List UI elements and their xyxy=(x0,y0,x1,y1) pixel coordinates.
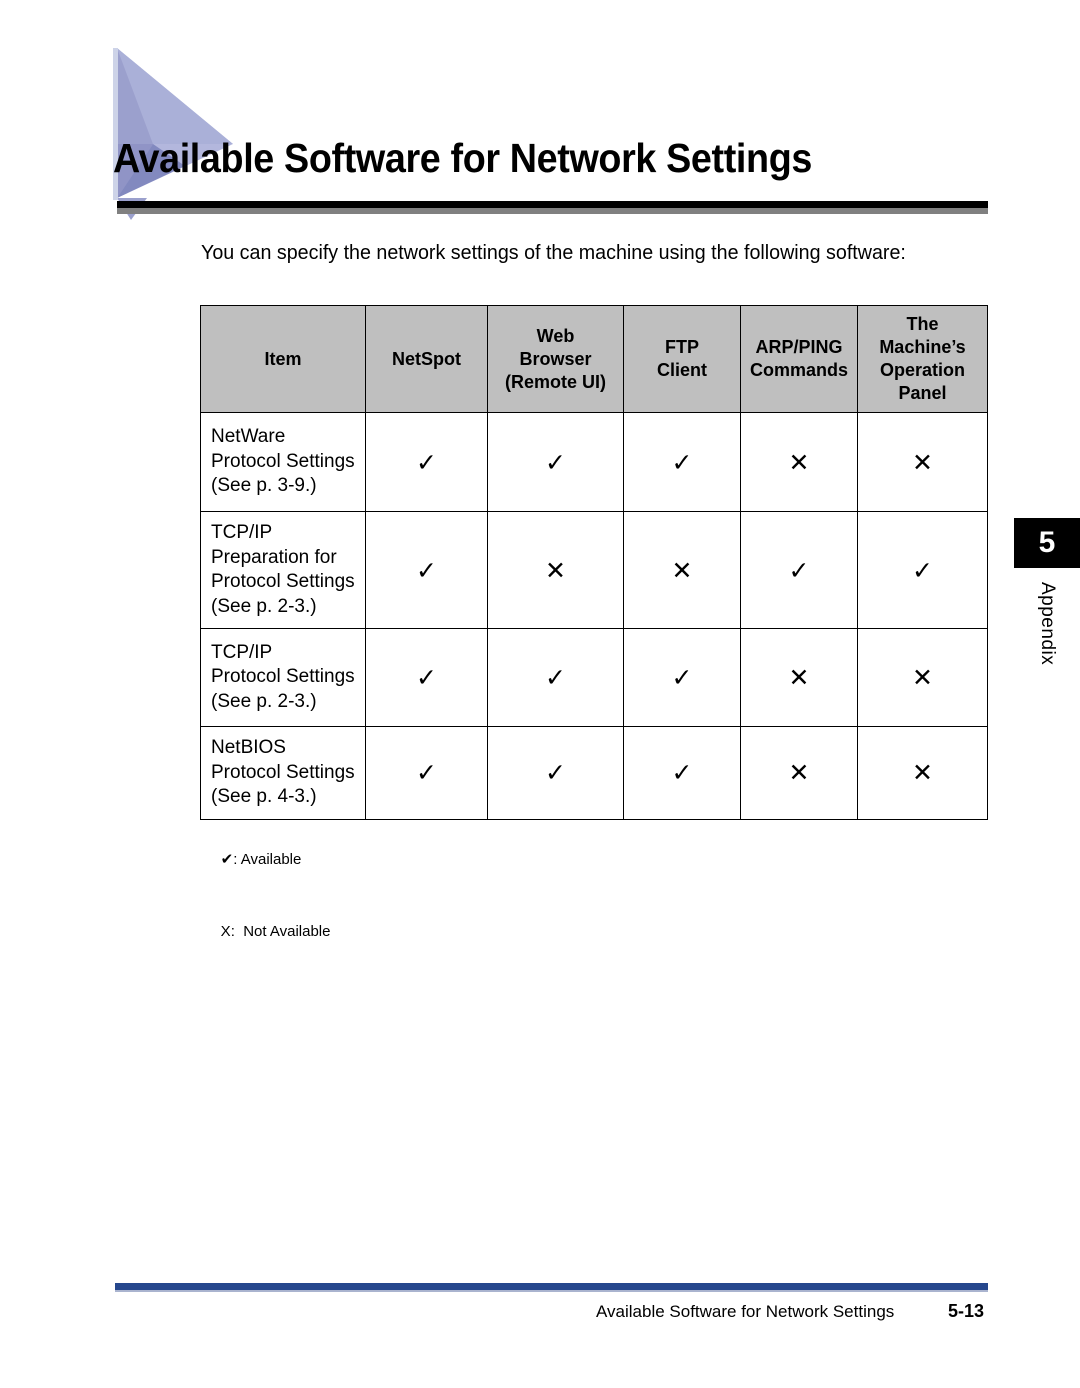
legend-available: ✔: Available xyxy=(204,823,330,896)
table-row: TCP/IP Protocol Settings (See p. 2-3.) ✓… xyxy=(200,628,988,727)
cell-tcpip-arp: ✕ xyxy=(740,628,858,727)
cell-tcpip-prep-netspot: ✓ xyxy=(365,511,488,629)
cell-tcpip-panel: ✕ xyxy=(857,628,988,727)
available-software-table: Item NetSpot Web Browser (Remote UI) FTP… xyxy=(200,305,988,820)
cell-netbios-web: ✓ xyxy=(487,726,624,820)
legend-available-text: : Available xyxy=(233,851,302,868)
column-header-ftp-line-2: Client xyxy=(656,360,707,380)
chapter-name-label: Appendix xyxy=(1037,582,1058,666)
cell-tcpip-prep-arp: ✓ xyxy=(740,511,858,629)
row-label-line-1: TCP/IP xyxy=(211,641,273,663)
row-label-netware: NetWare Protocol Settings (See p. 3-9.) xyxy=(200,412,366,512)
row-label-line-1: NetWare xyxy=(211,426,286,448)
cell-tcpip-web: ✓ xyxy=(487,628,624,727)
cell-netware-panel: ✕ xyxy=(857,412,988,512)
row-label-line-1: NetBIOS xyxy=(211,737,286,758)
row-label-line-3: (See p. 2-3.) xyxy=(211,690,317,712)
column-header-netspot: NetSpot xyxy=(365,305,488,413)
table-legend: ✔: Available X: Not Available xyxy=(204,823,331,968)
cell-netbios-ftp: ✓ xyxy=(623,726,741,820)
row-label-line-2: Protocol Settings xyxy=(211,450,355,472)
row-label-line-2: Preparation for xyxy=(211,546,337,568)
cell-tcpip-prep-panel: ✓ xyxy=(857,511,988,629)
column-header-arp-ping: ARP/PING Commands xyxy=(740,305,858,413)
column-header-ftp-line-1: FTP xyxy=(665,337,699,357)
table-header: Item NetSpot Web Browser (Remote UI) FTP… xyxy=(200,305,988,413)
column-header-panel-line-1: The xyxy=(906,314,939,334)
cross-icon: X xyxy=(220,923,231,940)
cell-tcpip-ftp: ✓ xyxy=(623,628,741,727)
column-header-panel-line-2: Machine’s xyxy=(879,337,966,357)
cell-tcpip-netspot: ✓ xyxy=(365,628,488,727)
row-label-line-4: (See p. 2-3.) xyxy=(211,595,317,617)
column-header-panel-line-3: Operation xyxy=(879,360,965,380)
column-header-web-line-3: (Remote UI) xyxy=(504,371,606,392)
row-label-tcpip-protocol: TCP/IP Protocol Settings (See p. 2-3.) xyxy=(200,628,366,727)
chapter-number-badge: 5 xyxy=(1014,518,1080,568)
cell-netbios-arp: ✕ xyxy=(740,726,858,820)
title-rule-black xyxy=(117,201,988,208)
column-header-item: Item xyxy=(200,305,366,413)
table-body: NetWare Protocol Settings (See p. 3-9.) … xyxy=(200,412,988,820)
check-icon: ✔ xyxy=(220,850,234,868)
page-header: Available Software for Network Settings xyxy=(0,0,1080,225)
table-row: TCP/IP Preparation for Protocol Settings… xyxy=(200,511,988,629)
row-label-netbios: NetBIOS Protocol Settings (See p. 4-3.) xyxy=(200,726,366,820)
table-row: NetWare Protocol Settings (See p. 3-9.) … xyxy=(200,412,988,512)
row-label-line-3: (See p. 3-9.) xyxy=(211,475,317,497)
column-header-web-line-1: Web xyxy=(536,325,575,346)
cell-netware-arp: ✕ xyxy=(740,412,858,512)
cell-netware-netspot: ✓ xyxy=(365,412,488,512)
column-header-panel-line-4: Panel xyxy=(898,383,947,403)
row-label-line-2: Protocol Settings xyxy=(211,666,355,688)
cell-netbios-netspot: ✓ xyxy=(365,726,488,820)
intro-paragraph: You can specify the network settings of … xyxy=(201,241,906,264)
title-rule-gray xyxy=(117,208,988,214)
chapter-side-tab: 5 Appendix xyxy=(1014,518,1080,670)
legend-not-available: X: Not Available xyxy=(204,896,331,968)
table-row: NetBIOS Protocol Settings (See p. 4-3.) … xyxy=(200,726,988,820)
cell-tcpip-prep-web: ✕ xyxy=(487,511,624,629)
cell-netware-ftp: ✓ xyxy=(623,412,741,512)
column-header-operation-panel: The Machine’s Operation Panel xyxy=(857,305,988,413)
cell-tcpip-prep-ftp: ✕ xyxy=(623,511,741,629)
column-header-netspot-line-1: NetSpot xyxy=(392,348,461,369)
table-header-row: Item NetSpot Web Browser (Remote UI) FTP… xyxy=(200,305,988,413)
column-header-ftp-client: FTP Client xyxy=(623,305,741,413)
column-header-arp-line-2: Commands xyxy=(749,360,848,380)
footer-page-number: 5-13 xyxy=(948,1301,985,1321)
column-header-web-browser: Web Browser (Remote UI) xyxy=(487,305,624,413)
cell-netbios-panel: ✕ xyxy=(857,726,988,820)
row-label-line-2: Protocol Settings xyxy=(211,761,355,783)
column-header-arp-line-1: ARP/PING xyxy=(755,337,843,357)
column-header-item-line-1: Item xyxy=(264,348,302,369)
row-label-line-3: Protocol Settings xyxy=(211,571,355,592)
cell-netware-web: ✓ xyxy=(487,412,624,512)
row-label-line-3: (See p. 4-3.) xyxy=(211,786,317,807)
row-label-line-1: TCP/IP xyxy=(211,522,273,543)
column-header-web-line-2: Browser xyxy=(519,348,592,369)
row-label-tcpip-preparation: TCP/IP Preparation for Protocol Settings… xyxy=(200,511,366,629)
footer-section-title: Available Software for Network Settings xyxy=(596,1302,895,1321)
legend-not-available-text: : Not Available xyxy=(230,923,331,940)
footer-rule xyxy=(115,1283,988,1292)
page-title: Available Software for Network Settings xyxy=(113,135,812,181)
